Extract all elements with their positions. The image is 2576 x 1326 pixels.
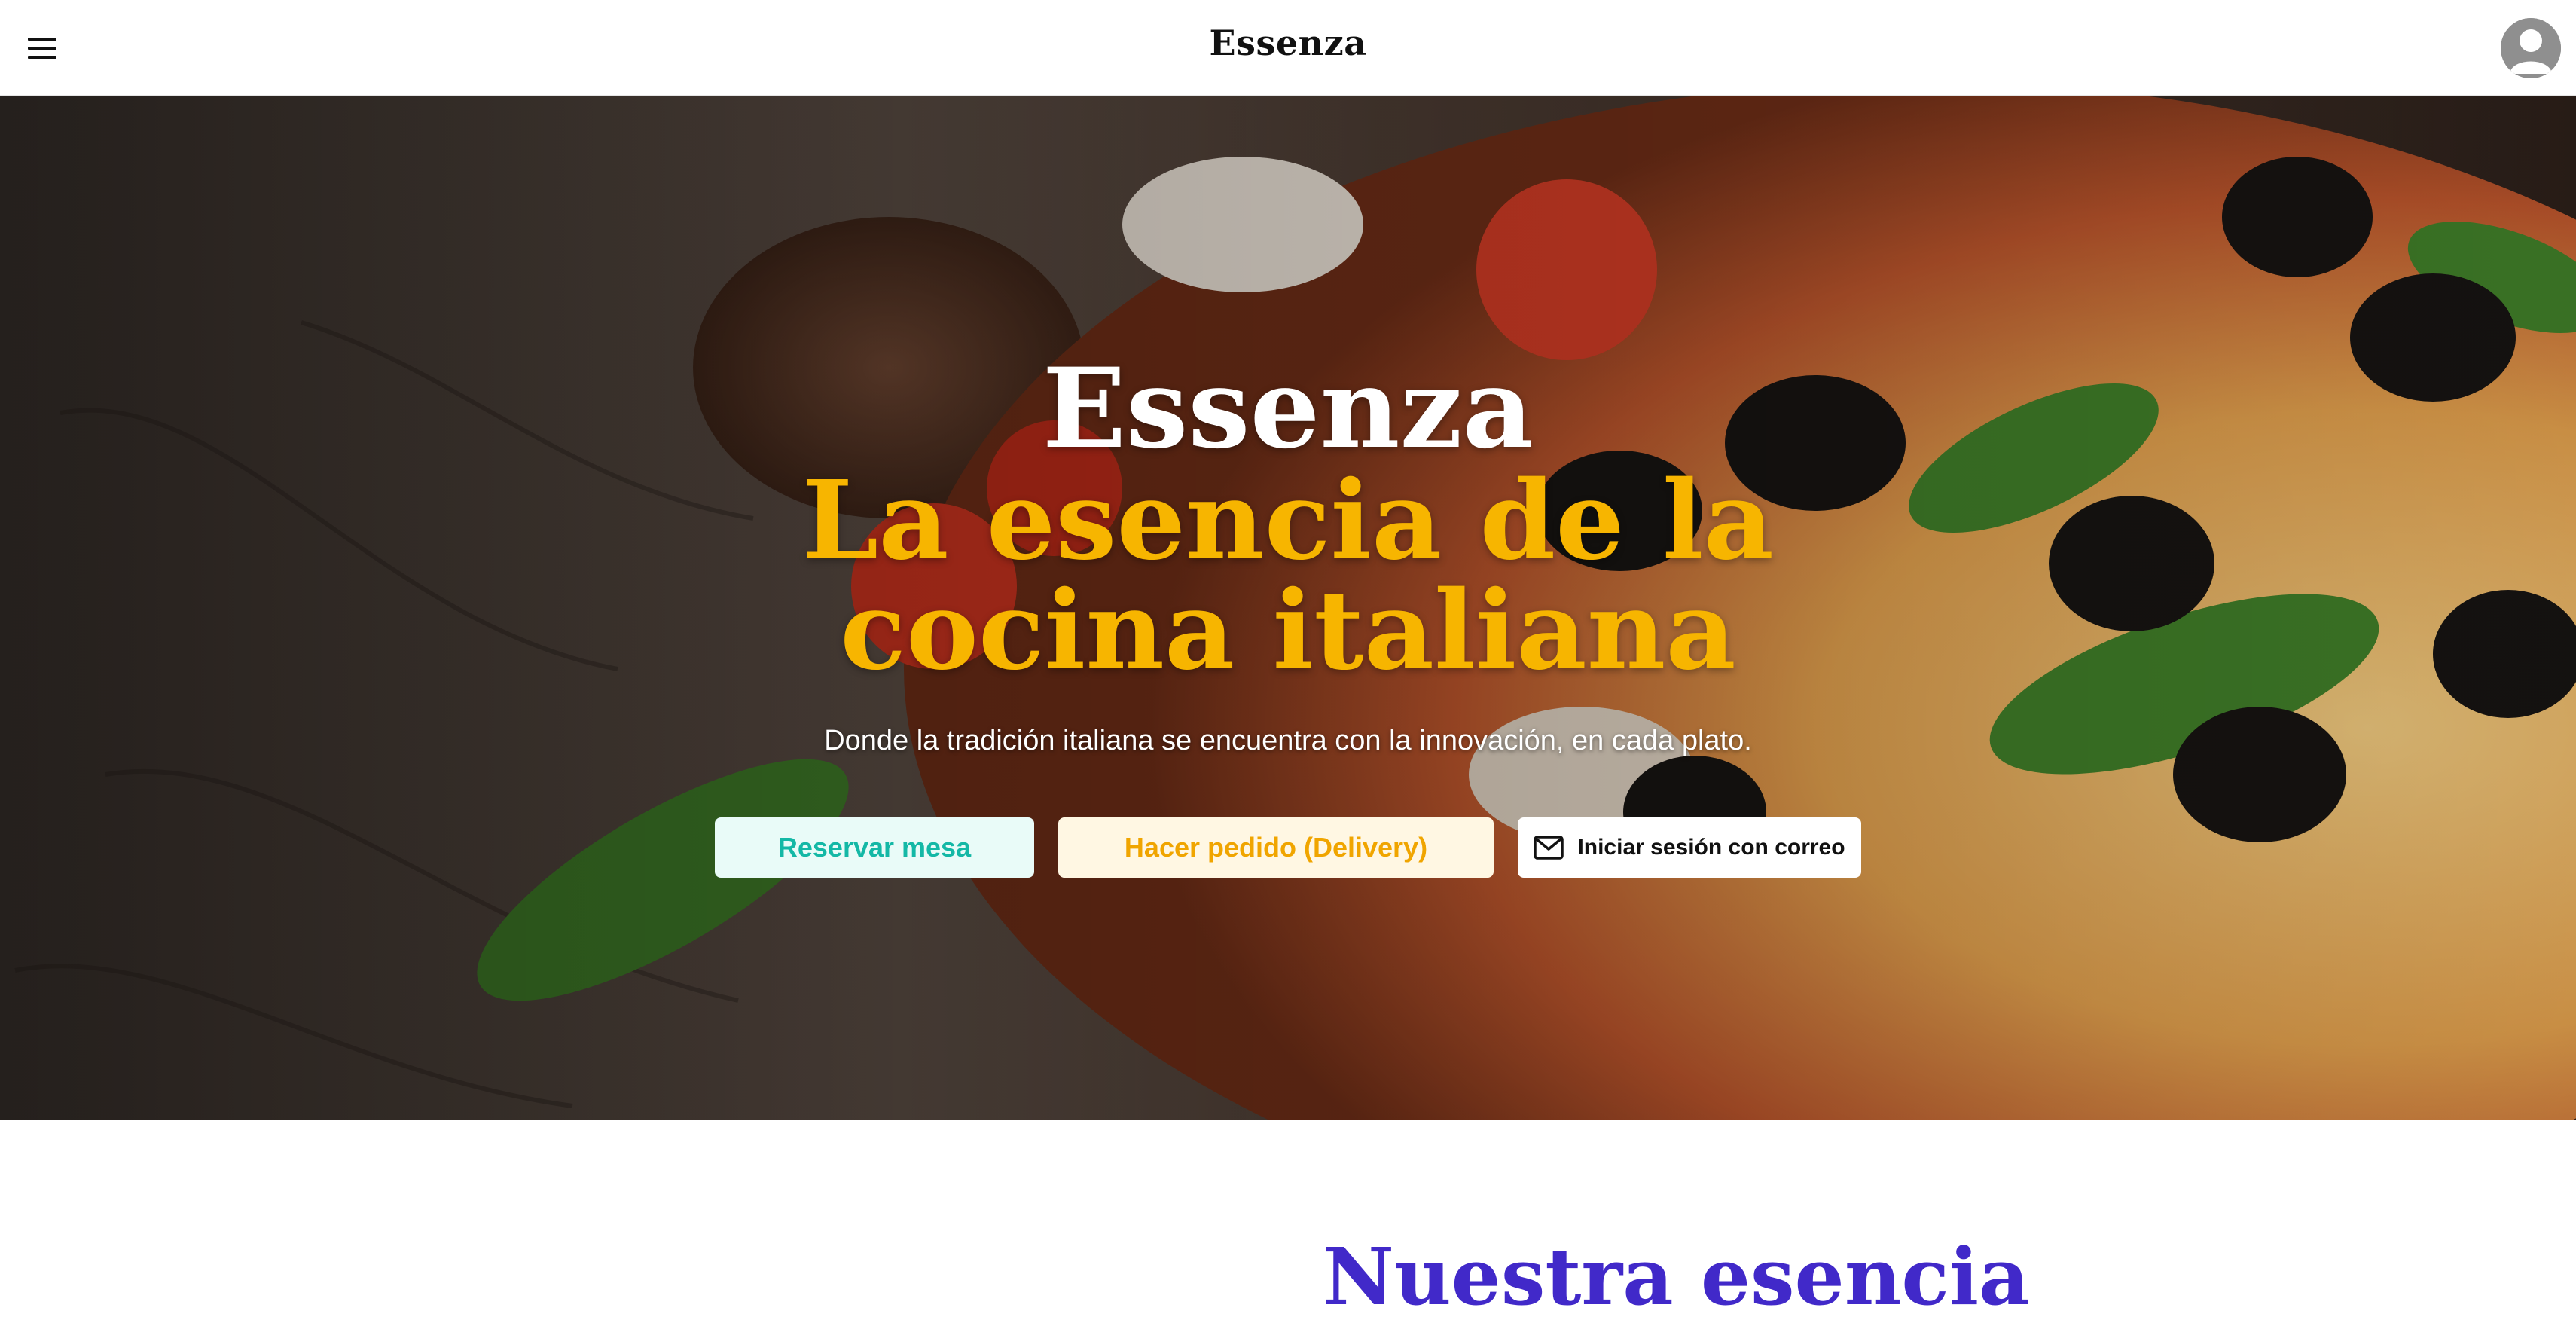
hero-section: Essenza La esencia de la cocina italiana… [0,96,2576,1120]
hero-title: Essenza [1042,344,1534,473]
section-title-about: Nuestra esencia [1323,1230,2030,1323]
email-login-label: Iniciar sesión con correo [1577,835,1845,860]
user-avatar-button[interactable] [2501,18,2561,78]
order-delivery-label: Hacer pedido (Delivery) [1124,832,1428,863]
hero-content: Essenza La esencia de la cocina italiana… [0,353,2576,878]
hero-actions: Reservar mesa Hacer pedido (Delivery) In… [0,817,2576,878]
reserve-table-button[interactable]: Reservar mesa [715,817,1034,878]
email-login-button[interactable]: Iniciar sesión con correo [1518,817,1861,878]
order-delivery-button[interactable]: Hacer pedido (Delivery) [1058,817,1494,878]
hero-tagline: Donde la tradición italiana se encuentra… [824,725,1752,756]
brand-logo-text[interactable]: Essenza [0,23,2576,63]
user-avatar-icon [2501,18,2561,78]
mail-icon [1534,836,1564,860]
hero-subtitle: La esencia de la cocina italiana [802,457,1774,694]
top-navbar: Essenza [0,0,2576,96]
reserve-table-label: Reservar mesa [777,832,972,863]
